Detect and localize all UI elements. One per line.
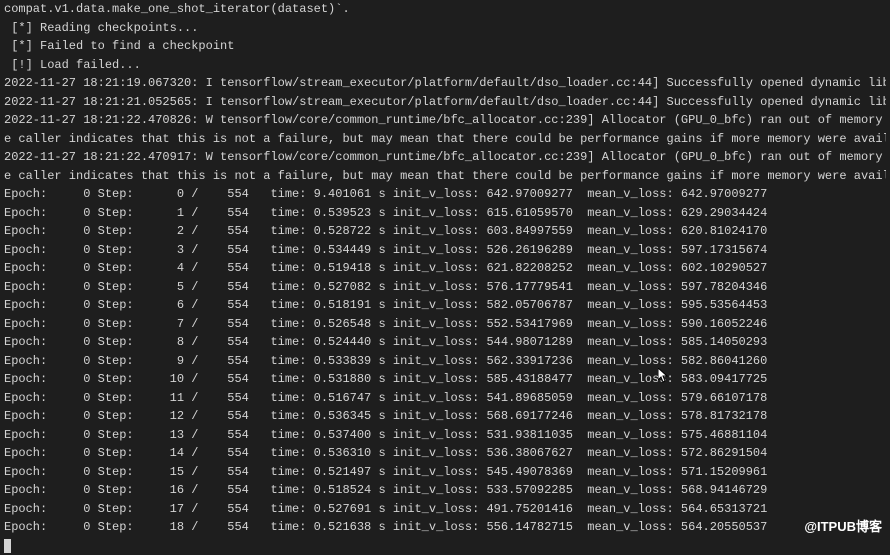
- epoch-line: Epoch: 0 Step: 14 / 554 time: 0.536310 s…: [4, 444, 886, 463]
- epoch-line: Epoch: 0 Step: 17 / 554 time: 0.527691 s…: [4, 500, 886, 519]
- epoch-line: Epoch: 0 Step: 3 / 554 time: 0.534449 s …: [4, 241, 886, 260]
- epoch-line: Epoch: 0 Step: 6 / 554 time: 0.518191 s …: [4, 296, 886, 315]
- epoch-line: Epoch: 0 Step: 11 / 554 time: 0.516747 s…: [4, 389, 886, 408]
- log-line: 2022-11-27 18:21:19.067320: I tensorflow…: [4, 74, 886, 93]
- epoch-line: Epoch: 0 Step: 16 / 554 time: 0.518524 s…: [4, 481, 886, 500]
- log-line: 2022-11-27 18:21:22.470826: W tensorflow…: [4, 111, 886, 130]
- watermark-label: @ITPUB博客: [804, 518, 882, 537]
- terminal-line: compat.v1.data.make_one_shot_iterator(da…: [4, 0, 886, 19]
- epoch-line: Epoch: 0 Step: 12 / 554 time: 0.536345 s…: [4, 407, 886, 426]
- log-line: e caller indicates that this is not a fa…: [4, 167, 886, 186]
- log-line: 2022-11-27 18:21:22.470917: W tensorflow…: [4, 148, 886, 167]
- epoch-line: Epoch: 0 Step: 13 / 554 time: 0.537400 s…: [4, 426, 886, 445]
- epoch-line: Epoch: 0 Step: 7 / 554 time: 0.526548 s …: [4, 315, 886, 334]
- epoch-line: Epoch: 0 Step: 8 / 554 time: 0.524440 s …: [4, 333, 886, 352]
- log-line: 2022-11-27 18:21:21.052565: I tensorflow…: [4, 93, 886, 112]
- terminal-line: [*] Reading checkpoints...: [4, 19, 886, 38]
- epoch-line: Epoch: 0 Step: 2 / 554 time: 0.528722 s …: [4, 222, 886, 241]
- block-cursor-icon: [4, 539, 11, 553]
- epoch-line: Epoch: 0 Step: 5 / 554 time: 0.527082 s …: [4, 278, 886, 297]
- epoch-line: Epoch: 0 Step: 4 / 554 time: 0.519418 s …: [4, 259, 886, 278]
- epoch-line: Epoch: 0 Step: 9 / 554 time: 0.533839 s …: [4, 352, 886, 371]
- log-line: e caller indicates that this is not a fa…: [4, 130, 886, 149]
- epoch-line: Epoch: 0 Step: 15 / 554 time: 0.521497 s…: [4, 463, 886, 482]
- terminal-output[interactable]: compat.v1.data.make_one_shot_iterator(da…: [4, 0, 886, 555]
- epoch-line: Epoch: 0 Step: 10 / 554 time: 0.531880 s…: [4, 370, 886, 389]
- terminal-line: [!] Load failed...: [4, 56, 886, 75]
- terminal-line: [*] Failed to find a checkpoint: [4, 37, 886, 56]
- epoch-line: Epoch: 0 Step: 0 / 554 time: 9.401061 s …: [4, 185, 886, 204]
- epoch-line: Epoch: 0 Step: 18 / 554 time: 0.521638 s…: [4, 518, 886, 537]
- epoch-line: Epoch: 0 Step: 1 / 554 time: 0.539523 s …: [4, 204, 886, 223]
- terminal-cursor-line: [4, 537, 886, 555]
